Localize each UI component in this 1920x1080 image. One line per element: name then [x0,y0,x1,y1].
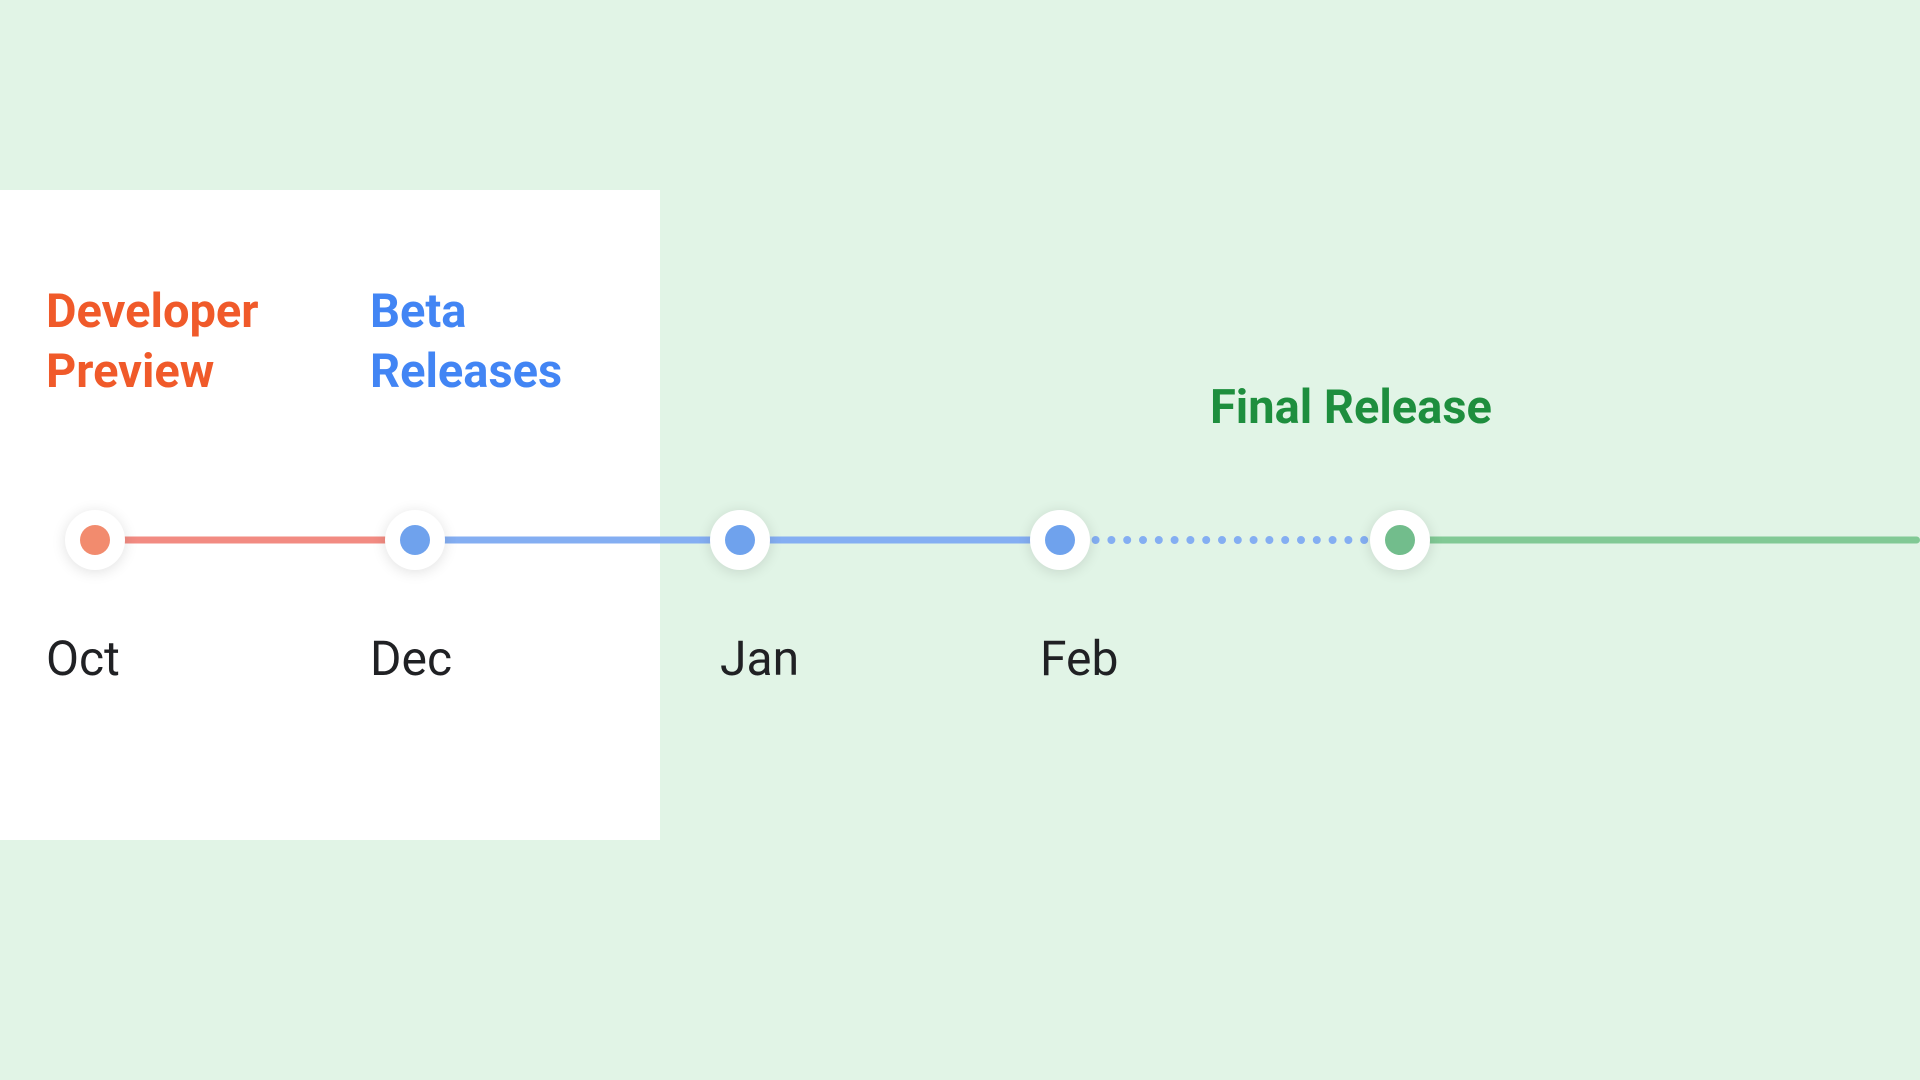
segment-final [1400,537,1920,544]
month-label-dec: Dec [370,630,452,687]
segment-beta-2 [740,537,1060,544]
segment-beta-1 [415,537,740,544]
segment-dev-preview [95,537,415,544]
segment-beta-dotted [1060,536,1400,544]
node-final [1370,510,1430,570]
month-label-oct: Oct [46,630,120,687]
node-feb [1030,510,1090,570]
month-label-feb: Feb [1040,630,1118,687]
node-jan [710,510,770,570]
node-dec [385,510,445,570]
phase-label-dev-preview: Developer Preview [46,282,259,402]
timeline-diagram: Developer Preview Beta Releases Final Re… [0,0,1920,1080]
phase-label-final: Final Release [1210,378,1492,438]
month-label-jan: Jan [720,630,799,687]
phase-label-beta: Beta Releases [370,282,562,402]
node-oct [65,510,125,570]
